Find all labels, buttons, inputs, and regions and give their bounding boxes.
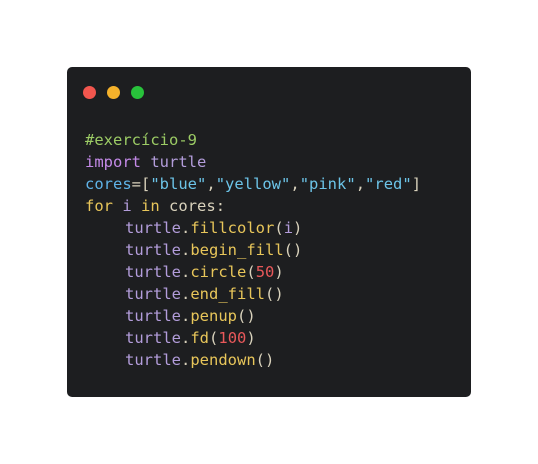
code-block: #exercício-9 import turtle cores=["blue","… <box>85 129 421 371</box>
import-keyword: import <box>85 153 141 171</box>
iterable: cores: <box>169 197 226 215</box>
code-line-call: turtle.penup() <box>125 307 256 325</box>
close-button[interactable] <box>83 86 96 99</box>
comma: , <box>290 175 300 193</box>
turtle-object: turtle <box>125 241 181 259</box>
maximize-button[interactable] <box>131 86 144 99</box>
function-name: end_fill <box>190 285 265 303</box>
in-keyword: in <box>141 197 160 215</box>
window-controls <box>83 86 144 99</box>
code-line-call: turtle.end_fill() <box>125 285 284 303</box>
color-string: "yellow" <box>215 175 291 193</box>
turtle-object: turtle <box>125 351 181 369</box>
function-name: fillcolor <box>190 219 275 237</box>
code-window: #exercício-9 import turtle cores=["blue","… <box>67 67 471 397</box>
color-string: "pink" <box>299 175 356 193</box>
code-line-call: turtle.begin_fill() <box>125 241 303 259</box>
code-line-call: turtle.fd(100) <box>125 329 256 347</box>
function-name: begin_fill <box>190 241 284 259</box>
loop-variable: i <box>122 197 132 215</box>
argument: 100 <box>218 329 247 347</box>
turtle-object: turtle <box>125 329 181 347</box>
code-line-import: import turtle <box>85 151 421 173</box>
module-name: turtle <box>150 153 207 171</box>
code-line-call: turtle.circle(50) <box>125 263 284 281</box>
argument: i <box>283 219 294 237</box>
color-string: "red" <box>365 175 412 193</box>
minimize-button[interactable] <box>107 86 120 99</box>
function-name: fd <box>190 329 210 347</box>
turtle-object: turtle <box>125 219 181 237</box>
code-line-for: for i in cores: <box>85 195 421 217</box>
close-bracket: ] <box>411 175 422 193</box>
variable-name: cores <box>85 175 132 193</box>
comment-text: #exercício-9 <box>85 131 197 149</box>
function-name: penup <box>190 307 238 325</box>
function-name: circle <box>190 263 247 281</box>
code-line-call: turtle.fillcolor(i) <box>125 219 303 237</box>
comma: , <box>206 175 216 193</box>
color-string: "blue" <box>150 175 207 193</box>
assign-open: =[ <box>131 175 151 193</box>
turtle-object: turtle <box>125 285 181 303</box>
code-line-call: turtle.pendown() <box>125 351 275 369</box>
turtle-object: turtle <box>125 307 181 325</box>
for-keyword: for <box>85 197 113 215</box>
comma: , <box>355 175 366 193</box>
code-line-comment: #exercício-9 <box>85 129 421 151</box>
argument: 50 <box>255 263 275 281</box>
code-line-assignment: cores=["blue","yellow","pink","red"] <box>85 173 421 195</box>
function-name: pendown <box>190 351 256 369</box>
turtle-object: turtle <box>125 263 181 281</box>
